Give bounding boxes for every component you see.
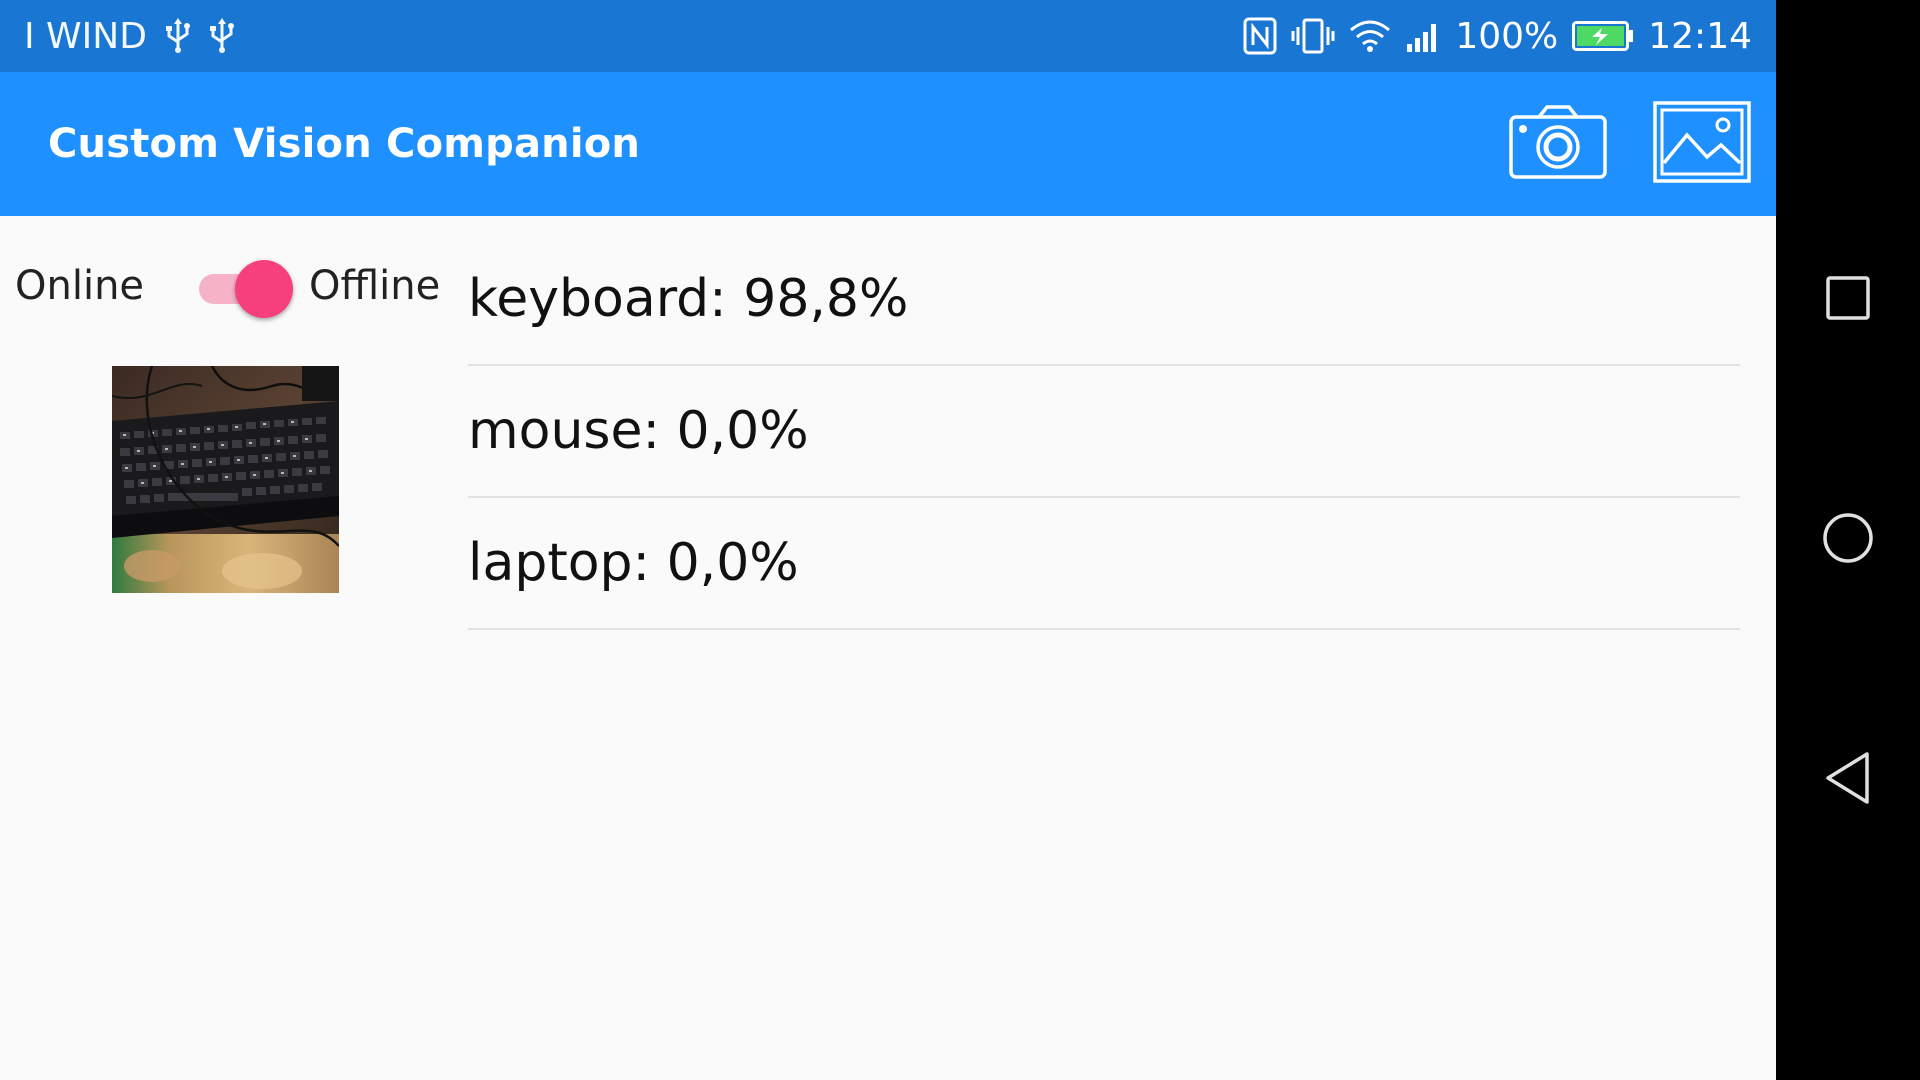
wifi-icon <box>1349 18 1391 54</box>
navigation-bar <box>1776 0 1920 1080</box>
carrier-name: I WIND <box>24 15 147 57</box>
clock: 12:14 <box>1648 15 1752 57</box>
triangle-back-icon <box>1823 751 1873 810</box>
result-row-keyboard[interactable]: keyboard: 98,8% <box>468 216 1740 366</box>
take-photo-button[interactable] <box>1508 102 1608 186</box>
camera-icon <box>1509 104 1607 184</box>
nfc-icon <box>1243 17 1277 55</box>
result-row-laptop[interactable]: laptop: 0,0% <box>468 498 1740 630</box>
prediction-results-list: keyboard: 98,8% mouse: 0,0% laptop: 0,0% <box>468 216 1740 630</box>
recents-button[interactable] <box>1812 264 1884 336</box>
result-label: laptop: 0,0% <box>468 533 799 593</box>
vibrate-icon <box>1291 17 1335 55</box>
app-title: Custom Vision Companion <box>48 121 641 167</box>
home-button[interactable] <box>1812 504 1884 576</box>
online-offline-toggle[interactable] <box>183 260 293 318</box>
app-bar: Custom Vision Companion <box>0 72 1776 216</box>
pick-image-button[interactable] <box>1652 100 1752 188</box>
app-screen: I WIND 100% 12:14 Custom Vision Companio… <box>0 0 1776 1080</box>
battery-percent: 100% <box>1455 15 1559 57</box>
usb-icon <box>165 18 191 54</box>
back-button[interactable] <box>1812 744 1884 816</box>
signal-icon <box>1405 18 1441 54</box>
mode-switch-row: Online Offline <box>15 246 445 326</box>
result-row-mouse[interactable]: mouse: 0,0% <box>468 366 1740 498</box>
battery-charging-icon <box>1572 21 1634 51</box>
image-gallery-icon <box>1653 100 1751 188</box>
square-recents-icon <box>1824 274 1872 327</box>
analyzed-photo-thumbnail <box>112 366 339 593</box>
usb-debug-icon <box>209 18 235 54</box>
status-bar: I WIND 100% 12:14 <box>0 0 1776 72</box>
offline-label: Offline <box>309 263 441 309</box>
online-label: Online <box>15 263 145 309</box>
result-label: keyboard: 98,8% <box>468 269 909 329</box>
circle-home-icon <box>1821 511 1875 570</box>
toggle-thumb <box>235 260 293 318</box>
result-label: mouse: 0,0% <box>468 401 809 461</box>
